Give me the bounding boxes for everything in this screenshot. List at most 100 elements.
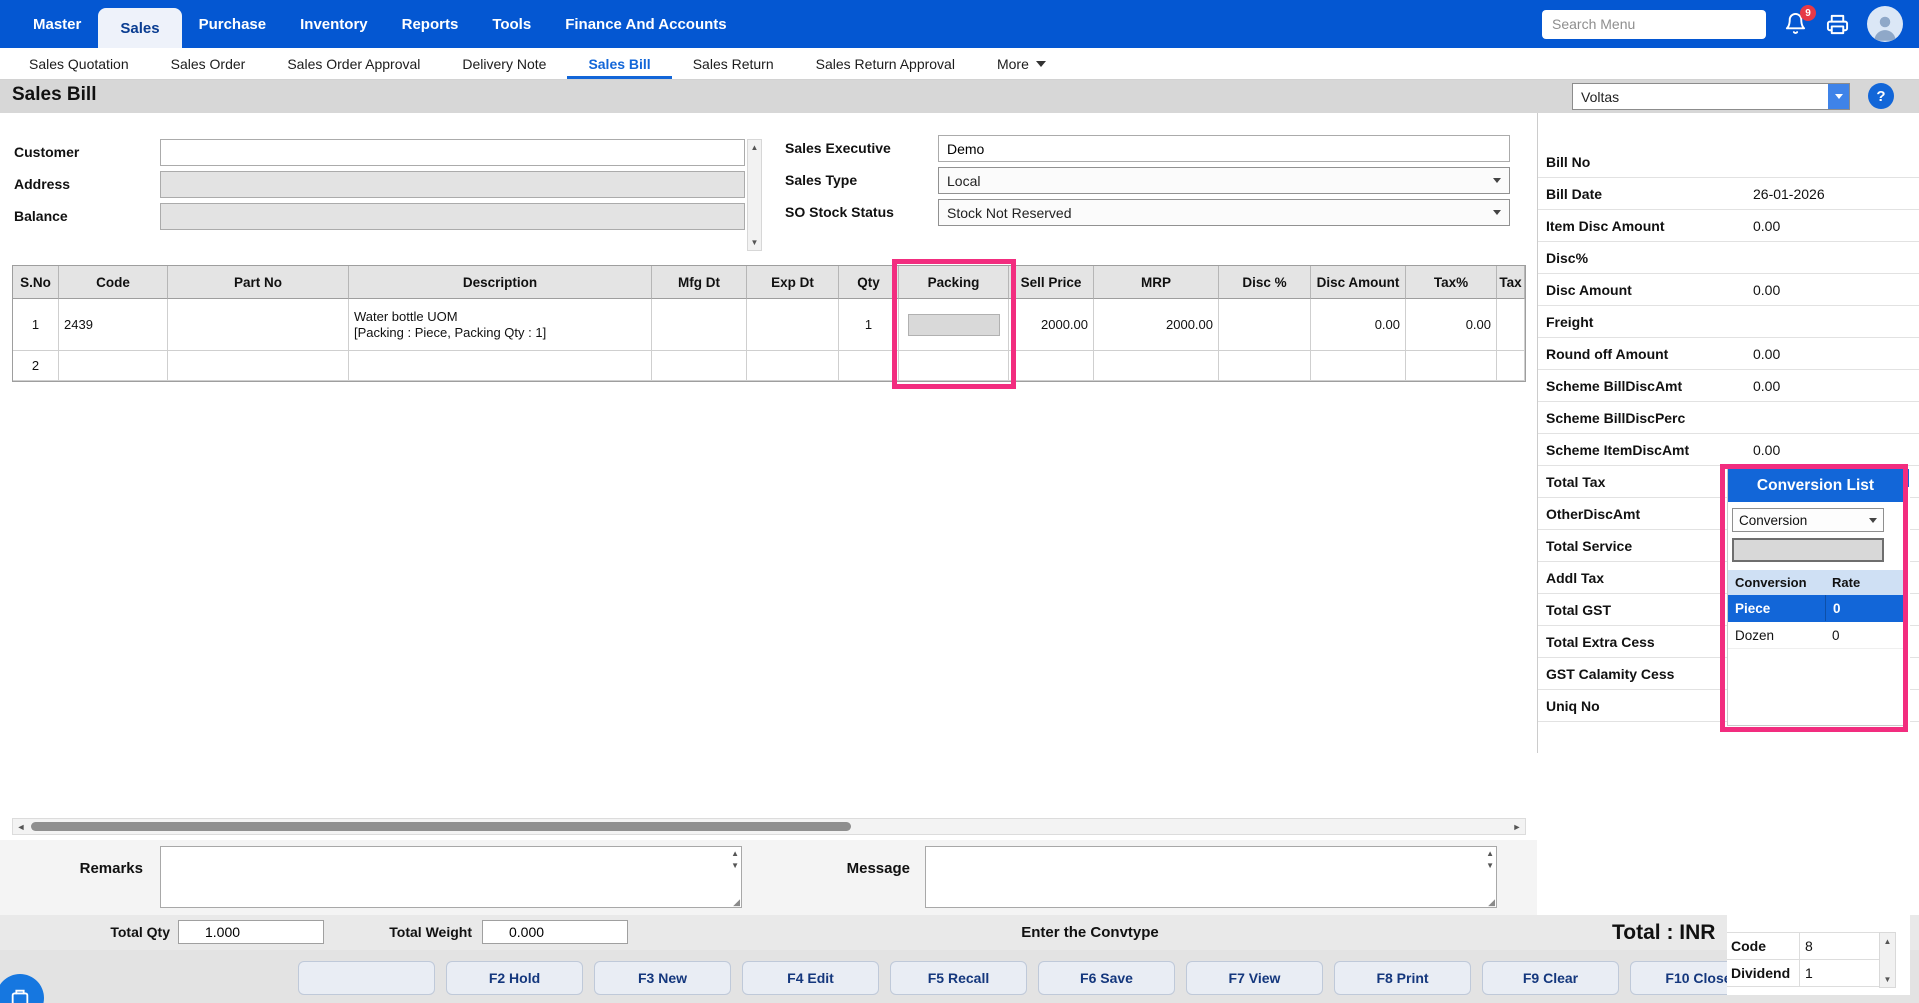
f2-hold-button[interactable]: F2 Hold (446, 961, 583, 995)
f8-print-button[interactable]: F8 Print (1334, 961, 1471, 995)
grid-cell-disc-amount[interactable] (1311, 351, 1406, 381)
f7-view-button[interactable]: F7 View (1186, 961, 1323, 995)
scroll-down-icon[interactable]: ▼ (1486, 861, 1494, 871)
grid-cell-mfg-dt[interactable] (652, 351, 747, 381)
side-list-value: 8 (1799, 933, 1879, 959)
address-input[interactable] (160, 171, 745, 198)
grid-cell-tax-pct[interactable]: 0.00 (1406, 299, 1497, 351)
sales-executive-input[interactable] (938, 135, 1510, 162)
grid-cell-disc-pct[interactable] (1219, 299, 1311, 351)
grid-cell-tax-pct[interactable] (1406, 351, 1497, 381)
conversion-row-dozen[interactable]: Dozen 0 (1728, 622, 1903, 649)
nav-item-purchase[interactable]: Purchase (182, 0, 284, 48)
nav-item-finance-and-accounts[interactable]: Finance And Accounts (548, 0, 743, 48)
grid-cell-mrp[interactable] (1094, 351, 1219, 381)
balance-input[interactable] (160, 203, 745, 230)
nav-item-master[interactable]: Master (16, 0, 98, 48)
conversion-filter-input[interactable] (1732, 538, 1884, 562)
f9-clear-button[interactable]: F9 Clear (1482, 961, 1619, 995)
resize-grip-icon[interactable]: ◢ (1488, 898, 1495, 907)
grid-cell-sno[interactable]: 2 (13, 351, 59, 381)
grid-cell-exp-dt[interactable] (747, 299, 839, 351)
scroll-up-icon[interactable]: ▲ (731, 849, 739, 859)
list-item-code[interactable]: Code 8 (1727, 933, 1879, 960)
scroll-up-icon[interactable]: ▲ (1880, 934, 1895, 948)
grid-cell-sell-price[interactable]: 2000.00 (1009, 299, 1094, 351)
sales-type-select[interactable]: Local (938, 167, 1510, 194)
grid-cell-tax[interactable] (1497, 351, 1525, 381)
print-icon[interactable] (1826, 13, 1849, 36)
grid-cell-qty[interactable]: 1 (839, 299, 899, 351)
list-item-dividend[interactable]: Dividend 1 (1727, 960, 1879, 987)
nav-item-reports[interactable]: Reports (385, 0, 476, 48)
grid-cell-tax[interactable] (1497, 299, 1525, 351)
grid-cell-mfg-dt[interactable] (652, 299, 747, 351)
grid-cell-disc-amount[interactable]: 0.00 (1311, 299, 1406, 351)
chevron-down-icon (1835, 94, 1843, 99)
f4-edit-button[interactable]: F4 Edit (742, 961, 879, 995)
company-selector-dropdown-button[interactable] (1828, 84, 1849, 109)
remarks-input[interactable]: ▲ ▼ ◢ (160, 846, 742, 908)
scroll-down-icon[interactable]: ▼ (1880, 972, 1895, 986)
summary-label: Round off Amount (1538, 346, 1668, 362)
notifications-button[interactable]: 9 (1784, 12, 1808, 36)
help-button[interactable]: ? (1868, 83, 1894, 109)
conversion-table-header: Conversion Rate (1728, 570, 1903, 595)
grid-cell-description[interactable]: Water bottle UOM [Packing : Piece, Packi… (349, 299, 652, 351)
grid-cell-code[interactable] (59, 351, 168, 381)
nav-item-tools[interactable]: Tools (475, 0, 548, 48)
subnav-item-sales-return-approval[interactable]: Sales Return Approval (795, 48, 976, 79)
subnav-item-sales-order[interactable]: Sales Order (150, 48, 267, 79)
scroll-up-icon[interactable]: ▲ (748, 141, 761, 154)
f6-save-button[interactable]: F6 Save (1038, 961, 1175, 995)
nav-item-sales[interactable]: Sales (98, 8, 181, 48)
summary-label: Freight (1538, 314, 1593, 330)
scroll-right-icon[interactable]: ► (1509, 819, 1525, 834)
f5-recall-button[interactable]: F5 Recall (890, 961, 1027, 995)
subnav-item-sales-order-approval[interactable]: Sales Order Approval (266, 48, 441, 79)
grid-cell-code[interactable]: 2439 (59, 299, 168, 351)
conversion-row-piece[interactable]: Piece 0 (1728, 595, 1903, 622)
scroll-down-icon[interactable]: ▼ (731, 861, 739, 871)
grid-cell-part-no[interactable] (168, 299, 349, 351)
scroll-up-icon[interactable]: ▲ (1486, 849, 1494, 859)
grid-cell-exp-dt[interactable] (747, 351, 839, 381)
grid-cell-mrp[interactable]: 2000.00 (1094, 299, 1219, 351)
grid-cell-disc-pct[interactable] (1219, 351, 1311, 381)
f1-button[interactable] (298, 961, 435, 995)
packing-input[interactable] (908, 314, 1000, 336)
so-stock-status-select[interactable]: Stock Not Reserved (938, 199, 1510, 226)
company-selector[interactable]: Voltas (1572, 83, 1850, 110)
subnav-item-more[interactable]: More (976, 48, 1067, 79)
sales-type-label: Sales Type (785, 167, 857, 194)
summary-value: 26-01-2026 (1753, 186, 1825, 202)
grid-header-part-no: Part No (168, 266, 349, 299)
scrollbar-thumb[interactable] (31, 822, 851, 831)
nav-item-inventory[interactable]: Inventory (283, 0, 385, 48)
search-input[interactable] (1542, 10, 1766, 39)
total-qty-input[interactable] (178, 920, 324, 944)
grid-cell-part-no[interactable] (168, 351, 349, 381)
so-stock-status-label: SO Stock Status (785, 199, 894, 226)
scroll-left-icon[interactable]: ◄ (13, 819, 29, 834)
customer-input[interactable] (160, 139, 745, 166)
f3-new-button[interactable]: F3 New (594, 961, 731, 995)
subnav-item-delivery-note[interactable]: Delivery Note (441, 48, 567, 79)
subnav-item-sales-bill[interactable]: Sales Bill (567, 48, 671, 79)
total-weight-input[interactable] (482, 920, 628, 944)
grid-cell-packing[interactable] (899, 351, 1009, 381)
grid-cell-description[interactable] (349, 351, 652, 381)
subnav-item-sales-quotation[interactable]: Sales Quotation (8, 48, 150, 79)
scroll-down-icon[interactable]: ▼ (748, 236, 761, 249)
resize-grip-icon[interactable]: ◢ (733, 898, 740, 907)
grid-cell-packing[interactable] (899, 299, 1009, 351)
conversion-type-select[interactable]: Conversion (1732, 508, 1884, 532)
customer-panel-scrollbar: ▲ ▼ (747, 139, 762, 251)
grid-cell-sno[interactable]: 1 (13, 299, 59, 351)
subnav-item-sales-return[interactable]: Sales Return (672, 48, 795, 79)
user-avatar[interactable] (1867, 6, 1903, 42)
grid-cell-qty[interactable] (839, 351, 899, 381)
chat-icon (9, 987, 31, 1003)
message-input[interactable]: ▲ ▼ ◢ (925, 846, 1497, 908)
grid-cell-sell-price[interactable] (1009, 351, 1094, 381)
